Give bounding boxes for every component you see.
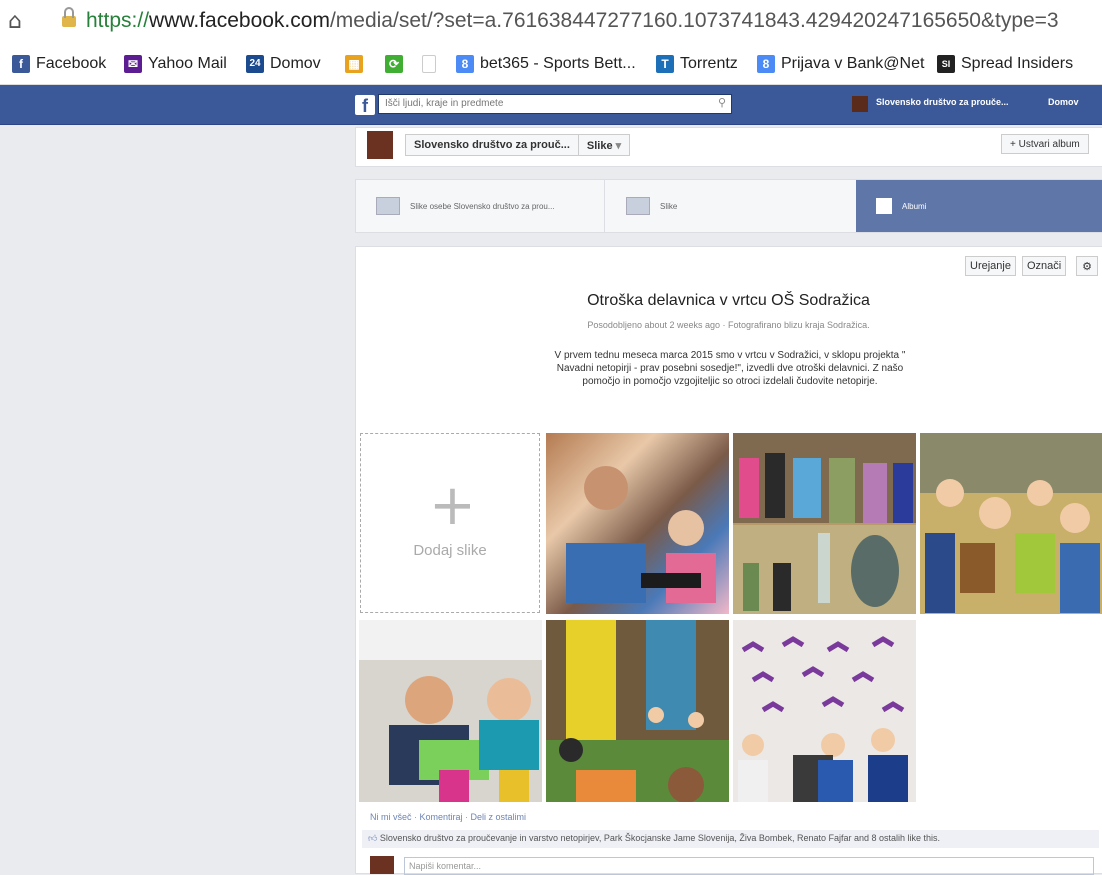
bookmark-page[interactable]: [422, 55, 442, 73]
bookmark-refresh[interactable]: ⟳: [385, 55, 409, 73]
bookmark-app[interactable]: ▦: [345, 55, 369, 73]
google-icon: 8: [456, 55, 474, 73]
bookmark-banknet[interactable]: 8 Prijava v Bank@Net: [757, 55, 924, 73]
url-protocol: https://: [86, 9, 150, 32]
photo-thumbnail[interactable]: [733, 620, 916, 802]
photo-scene: [359, 620, 542, 802]
photo-scene: [738, 636, 908, 802]
avatar[interactable]: [852, 96, 868, 112]
plus-icon: +: [429, 473, 476, 538]
like-link[interactable]: Ni mi všeč: [370, 812, 412, 822]
action-links: Ni mi všeč · Komentiraj · Deli z ostalim…: [370, 812, 527, 822]
facebook-logo-icon[interactable]: f: [355, 95, 375, 116]
album-title: Otroška delavnica v vrtcu OŠ Sodražica: [587, 292, 870, 309]
bookmark-bet365[interactable]: 8 bet365 - Sports Bett...: [456, 55, 636, 73]
page-avatar[interactable]: [367, 131, 393, 159]
photo-thumbnail[interactable]: [546, 433, 729, 614]
album-icon: [876, 198, 892, 214]
tag-button[interactable]: Označi: [1022, 256, 1067, 276]
torrentz-icon: T: [656, 55, 674, 73]
gear-icon[interactable]: ⚙: [1076, 256, 1098, 276]
home-icon[interactable]: ⌂: [8, 9, 22, 34]
create-album-button[interactable]: + Ustvari album: [1001, 134, 1089, 154]
google-icon: 8: [757, 55, 775, 73]
photo-thumbnail[interactable]: [359, 620, 542, 802]
bookmark-label: Facebook: [36, 55, 107, 72]
bookmark-label: Torrentz: [680, 55, 738, 72]
likes-text[interactable]: Slovensko društvo za proučevanje in vars…: [380, 833, 940, 843]
search-input[interactable]: Išči ljudi, kraje in predmete: [378, 94, 732, 114]
si-icon: SI: [937, 55, 955, 73]
24ur-icon: 24: [246, 55, 264, 73]
bookmark-label: Domov: [270, 55, 321, 72]
bookmark-label: Prijava v Bank@Net: [781, 55, 925, 72]
bookmark-label: Yahoo Mail: [148, 55, 227, 72]
profile-link[interactable]: Slovensko društvo za prouče...: [876, 97, 1009, 107]
photo-scene: [566, 466, 716, 603]
url-path: /media/set/?set=a.761638447277160.107374…: [329, 9, 1059, 32]
bookmark-label: Spread Insiders: [961, 55, 1074, 72]
album-description: V prvem tednu meseca marca 2015 smo v vr…: [554, 350, 906, 387]
url-text[interactable]: https://www.facebook.com/media/set/?set=…: [86, 9, 1059, 33]
url-domain: www.facebook.com: [149, 9, 330, 32]
photo-thumbnail[interactable]: [733, 433, 916, 614]
tab-photos-of-page[interactable]: Slike osebe Slovensko društvo za prou...: [356, 180, 605, 232]
comment-input[interactable]: Napiši komentar...: [404, 857, 1094, 875]
bookmark-yahoo-mail[interactable]: ✉ Yahoo Mail: [124, 55, 227, 73]
facebook-icon: f: [12, 55, 30, 73]
refresh-icon: ⟳: [385, 55, 403, 73]
lock-icon: [62, 7, 76, 27]
address-bar[interactable]: ⌂ https://www.facebook.com/media/set/?se…: [0, 0, 1102, 46]
mail-icon: ✉: [124, 55, 142, 73]
photo-thumbnail[interactable]: [920, 433, 1102, 614]
tab-albums[interactable]: Albumi: [856, 180, 1102, 232]
photo-tabs: Slike osebe Slovensko društvo za prou...…: [355, 179, 1102, 233]
tab-label: Albumi: [902, 201, 927, 211]
app-icon: ▦: [345, 55, 363, 73]
edit-button[interactable]: Urejanje: [965, 256, 1016, 276]
photos-icon: [376, 197, 400, 215]
share-link[interactable]: Deli z ostalimi: [471, 812, 527, 822]
left-sidebar: [0, 125, 355, 872]
page-icon: [422, 55, 436, 73]
photo-scene: [920, 433, 1102, 613]
photo-thumbnail[interactable]: [546, 620, 729, 802]
comment-link[interactable]: Komentiraj: [420, 812, 463, 822]
tab-photos[interactable]: Slike: [606, 180, 854, 232]
tab-label: Slike: [660, 201, 678, 211]
type-selector-label: Slike: [586, 140, 613, 152]
album-meta: Posodobljeno about 2 weeks ago · Fotogra…: [587, 320, 870, 330]
add-photos-label: Dodaj slike: [413, 542, 487, 559]
home-link[interactable]: Domov: [1048, 97, 1079, 107]
likes-bar: 👍︎ Slovensko društvo za proučevanje in v…: [362, 830, 1099, 848]
bookmark-spread-insiders[interactable]: SI Spread Insiders: [937, 55, 1073, 73]
bookmark-facebook[interactable]: f Facebook: [12, 55, 106, 73]
bookmark-label: bet365 - Sports Bett...: [480, 55, 636, 72]
bookmarks-bar: f Facebook ✉ Yahoo Mail 24 Domov ▦ ⟳ 8 bet36…: [0, 46, 1102, 85]
type-selector[interactable]: Slike ▾: [577, 135, 629, 155]
bookmark-domov[interactable]: 24 Domov: [246, 55, 321, 73]
page-selector-name[interactable]: Slovensko društvo za prouč...: [406, 135, 578, 155]
chevron-down-icon: ▾: [615, 140, 622, 152]
tab-label: Slike osebe Slovensko društvo za prou...: [410, 201, 555, 211]
search-icon[interactable]: ⚲: [718, 96, 726, 109]
page-selector[interactable]: Slovensko društvo za prouč... Slike ▾: [405, 134, 631, 156]
photos-icon: [626, 197, 650, 215]
avatar: [370, 856, 394, 874]
bookmark-torrentz[interactable]: T Torrentz: [656, 55, 738, 73]
thumbs-up-icon: 👍︎: [368, 833, 380, 843]
photo-scene: [546, 620, 729, 802]
photo-scene: [733, 433, 916, 614]
